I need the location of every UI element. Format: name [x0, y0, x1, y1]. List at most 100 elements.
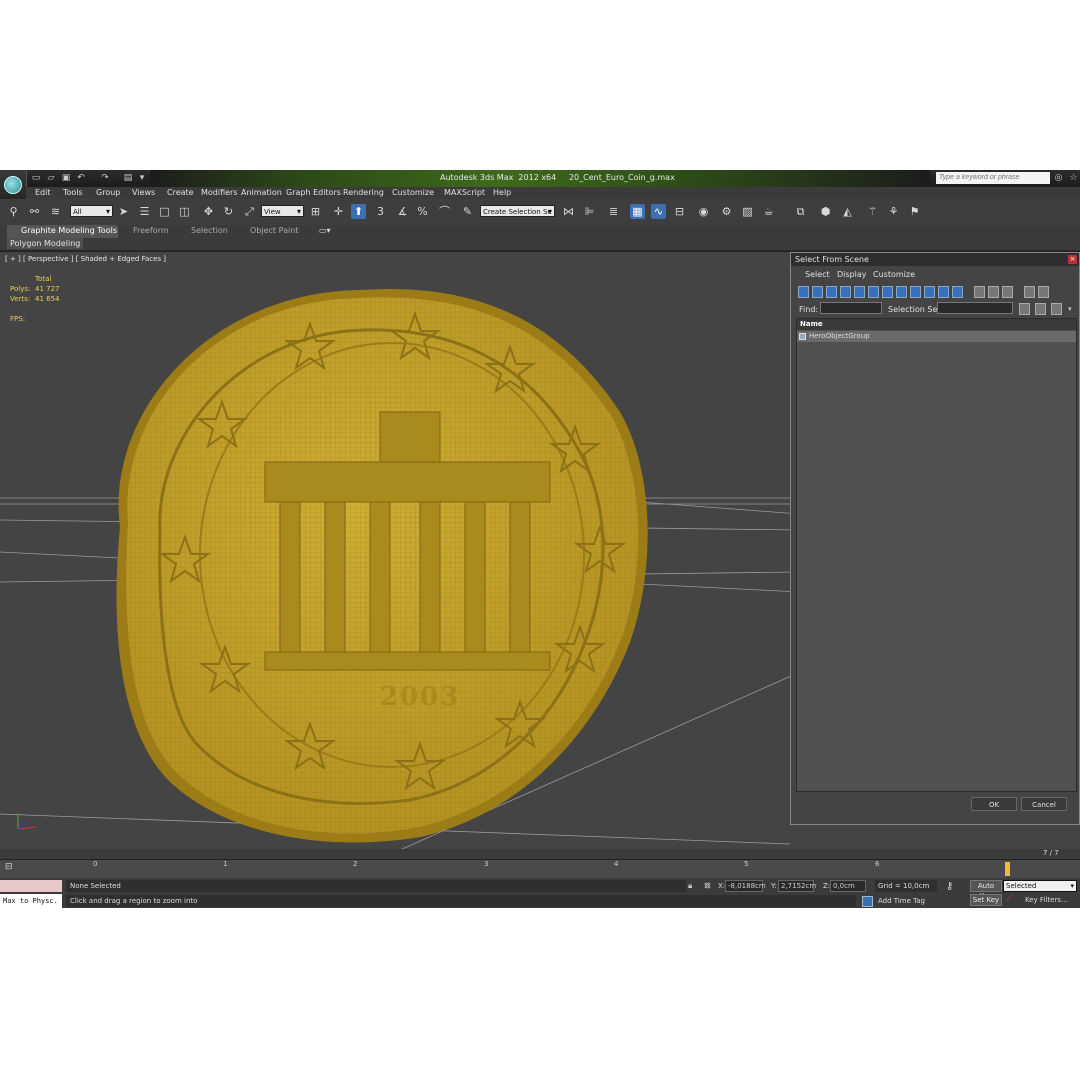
select-manipulate-icon[interactable]: ✛	[331, 204, 346, 219]
select-by-name-icon[interactable]: ☰	[137, 204, 152, 219]
list-item[interactable]: HeroObjectGroup	[797, 331, 1076, 342]
lock-icon[interactable]: 🔒︎	[688, 881, 692, 891]
new-file-icon[interactable]: ▭	[31, 173, 41, 183]
container-icon[interactable]: ⧉	[793, 204, 808, 219]
unlink-icon[interactable]: ⚯	[27, 204, 42, 219]
menu-edit[interactable]: Edit	[35, 188, 51, 197]
column-header-name[interactable]: Name	[797, 319, 1076, 330]
curve-editor-icon[interactable]: ∿	[651, 204, 666, 219]
snaps-toggle-icon[interactable]: 3	[373, 204, 388, 219]
menu-rendering[interactable]: Rendering	[343, 188, 384, 197]
menu-graph-editors[interactable]: Graph Editors	[286, 188, 341, 197]
keyboard-shortcut-override-icon[interactable]: ⬆	[351, 204, 366, 219]
undo-icon[interactable]: ↶	[76, 173, 86, 183]
x-coordinate-field[interactable]: -8,0188cm	[725, 880, 766, 892]
rendered-frame-icon[interactable]: ▨	[740, 204, 755, 219]
project-folder-icon[interactable]: ▤	[123, 173, 133, 183]
z-coordinate-field[interactable]: 0,0cm	[830, 880, 866, 892]
options-dropdown-icon[interactable]: ▾	[1068, 305, 1072, 313]
scene-object-list[interactable]: Name HeroObjectGroup	[796, 318, 1077, 792]
selection-set-remove-icon[interactable]	[1035, 303, 1046, 315]
filter-helpers-icon[interactable]	[854, 286, 865, 298]
key-filter-icon[interactable]: ⟋	[1006, 894, 1012, 904]
close-icon[interactable]: ×	[1068, 255, 1077, 264]
menu-maxscript[interactable]: MAXScript	[444, 188, 485, 197]
ok-button[interactable]: OK	[971, 797, 1017, 811]
menu-help[interactable]: Help	[493, 188, 511, 197]
rect-selection-icon[interactable]: □	[157, 204, 172, 219]
selection-set-edit-icon[interactable]	[1051, 303, 1062, 315]
percent-snap-icon[interactable]: %	[415, 204, 430, 219]
mini-curve-editor-icon[interactable]: ⊟	[5, 862, 13, 872]
time-tag-icon[interactable]	[862, 896, 873, 907]
tab-freeform[interactable]: Freeform	[133, 226, 169, 235]
quick-access-dropdown-icon[interactable]: ▾	[137, 173, 147, 183]
menu-animation[interactable]: Animation	[241, 188, 282, 197]
maxscript-mini-listener[interactable]: Max to Physc.	[0, 894, 62, 908]
scale-icon[interactable]: ⤢	[242, 204, 257, 219]
move-icon[interactable]: ✥	[201, 204, 216, 219]
filter-xrefs-icon[interactable]	[896, 286, 907, 298]
menu-modifiers[interactable]: Modifiers	[201, 188, 238, 197]
cancel-button[interactable]: Cancel	[1021, 797, 1067, 811]
cloth-icon[interactable]: ⚑	[907, 204, 922, 219]
binoculars-icon[interactable]: ◎	[1053, 172, 1064, 184]
coin-model[interactable]	[116, 289, 648, 843]
select-invert-icon[interactable]	[1002, 286, 1013, 298]
filter-containers-icon[interactable]	[924, 286, 935, 298]
ribbon-options-icon[interactable]: ▭▾	[319, 226, 331, 235]
filter-hidden-icon[interactable]	[952, 286, 963, 298]
tab-selection[interactable]: Selection	[191, 226, 228, 235]
layer-manager-icon[interactable]: ≣	[606, 204, 621, 219]
menu-group[interactable]: Group	[96, 188, 120, 197]
tab-graphite-modeling-tools[interactable]: Graphite Modeling Tools	[21, 226, 117, 235]
key-marker[interactable]	[1005, 862, 1010, 876]
select-all-icon[interactable]	[974, 286, 985, 298]
skeleton-icon[interactable]: ⚚	[865, 204, 880, 219]
filter-bones-icon[interactable]	[910, 286, 921, 298]
filter-lights-icon[interactable]	[826, 286, 837, 298]
bind-space-warp-icon[interactable]: ≋	[48, 204, 63, 219]
maxscript-listener-output[interactable]	[0, 880, 62, 892]
viewport-label[interactable]: [ + ] [ Perspective ] [ Shaded + Edged F…	[5, 255, 166, 263]
biped-icon[interactable]: ⚘	[886, 204, 901, 219]
material-editor-icon[interactable]: ◉	[696, 204, 711, 219]
spinner-snap-icon[interactable]: ⌒	[437, 204, 452, 219]
filter-cameras-icon[interactable]	[840, 286, 851, 298]
graphite-toggle-icon[interactable]: ▦	[630, 204, 645, 219]
save-file-icon[interactable]: ▣	[61, 173, 71, 183]
filter-spacewarps-icon[interactable]	[868, 286, 879, 298]
absolute-mode-icon[interactable]: ⊠	[704, 881, 711, 890]
dialog-title[interactable]: Select From Scene	[791, 253, 1079, 266]
angle-snap-icon[interactable]: ∡	[395, 204, 410, 219]
key-filters-button[interactable]: Key Filters...	[1025, 896, 1068, 904]
y-coordinate-field[interactable]: 2,7152cm	[778, 880, 816, 892]
rotate-icon[interactable]: ↻	[221, 204, 236, 219]
find-input[interactable]	[820, 302, 882, 314]
tab-object-paint[interactable]: Object Paint	[250, 226, 298, 235]
selection-set-add-icon[interactable]	[1019, 303, 1030, 315]
selection-filter-dropdown[interactable]: All	[70, 205, 113, 218]
dialog-menu-select[interactable]: Select	[805, 270, 830, 279]
render-teapot-icon[interactable]: ☕	[761, 204, 776, 219]
named-selection-dropdown[interactable]: Create Selection Se	[480, 205, 555, 218]
camera-icon[interactable]: ◭	[840, 204, 855, 219]
menu-customize[interactable]: Customize	[392, 188, 434, 197]
key-mode-dropdown[interactable]: Selected	[1003, 880, 1077, 892]
search-input[interactable]	[936, 172, 1050, 184]
filter-geometry-icon[interactable]	[798, 286, 809, 298]
filter-groups-icon[interactable]	[882, 286, 893, 298]
open-file-icon[interactable]: ▱	[46, 173, 56, 183]
pivot-center-icon[interactable]: ⊞	[308, 204, 323, 219]
auto-key-button[interactable]: Auto Key	[970, 880, 1002, 900]
redo-icon[interactable]: ↷	[100, 173, 110, 183]
add-time-tag[interactable]: Add Time Tag	[878, 897, 925, 905]
menu-create[interactable]: Create	[167, 188, 194, 197]
polygon-modeling-panel[interactable]: Polygon Modeling	[7, 238, 84, 249]
key-icon[interactable]: ⚷	[946, 881, 953, 892]
dialog-menu-customize[interactable]: Customize	[873, 270, 915, 279]
select-object-icon[interactable]: ➤	[116, 204, 131, 219]
filter-options-icon[interactable]	[1038, 286, 1049, 298]
filter-funnel-icon[interactable]	[1024, 286, 1035, 298]
window-crossing-icon[interactable]: ◫	[177, 204, 192, 219]
